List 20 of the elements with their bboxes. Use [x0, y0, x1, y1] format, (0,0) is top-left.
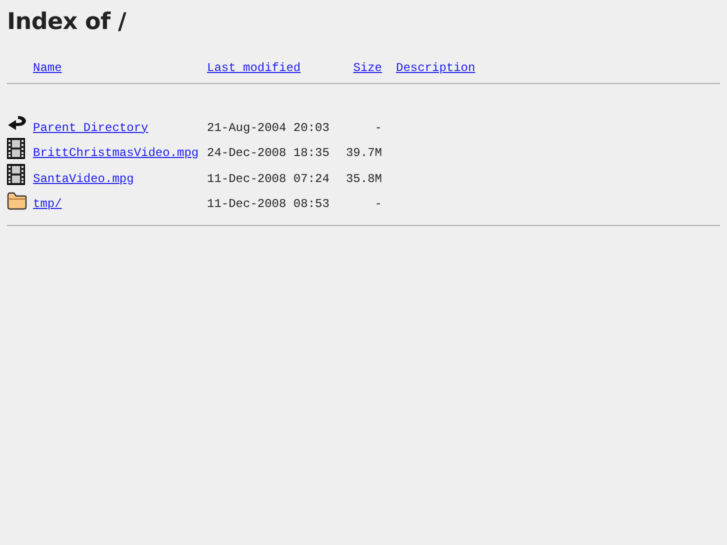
- file-link[interactable]: tmp/: [33, 197, 207, 211]
- modified-date: 21-Aug-2004 20:03: [207, 120, 330, 134]
- column-header-link[interactable]: Size: [353, 61, 382, 75]
- column-header-link[interactable]: Last modified: [207, 61, 337, 75]
- file-link[interactable]: SantaVideo.mpg: [33, 172, 207, 186]
- page-title: Index of /: [7, 9, 128, 35]
- file-size: -: [374, 197, 382, 211]
- file-link[interactable]: BrittChristmasVideo.mpg: [33, 146, 207, 160]
- modified-date: 11-Dec-2008 08:53: [207, 197, 330, 211]
- column-header-link[interactable]: Description: [396, 61, 476, 75]
- file-link[interactable]: Parent Directory: [33, 120, 207, 134]
- film-icon: [7, 164, 25, 184]
- modified-date: 24-Dec-2008 18:35: [207, 146, 330, 160]
- file-size: 35.8M: [346, 172, 382, 186]
- file-size: 39.7M: [346, 146, 382, 160]
- column-header-link[interactable]: Name: [33, 61, 207, 75]
- folder-icon: [7, 192, 27, 210]
- film-icon: [7, 138, 25, 159]
- modified-date: 11-Dec-2008 07:24: [207, 172, 330, 186]
- file-size: -: [374, 120, 382, 134]
